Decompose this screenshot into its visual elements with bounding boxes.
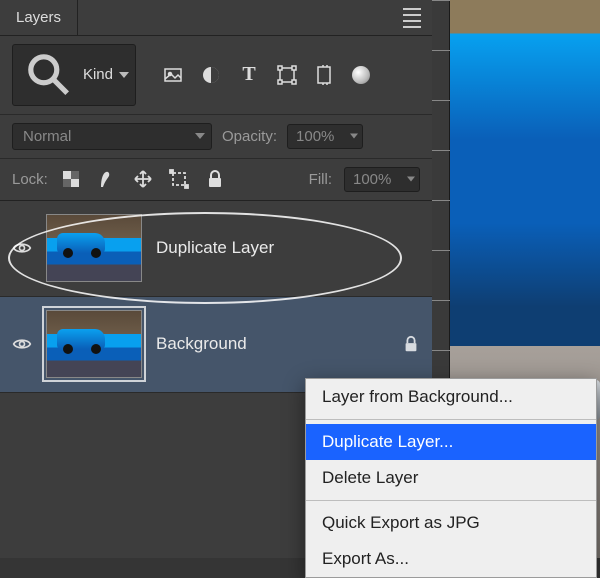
chevron-down-icon — [119, 72, 129, 78]
tab-label: Layers — [16, 9, 61, 26]
chevron-down-icon — [407, 177, 415, 182]
lock-icons — [60, 168, 226, 190]
fill-input[interactable]: 100% — [344, 167, 420, 192]
lock-label: Lock: — [12, 171, 48, 188]
lock-transparency-icon[interactable] — [60, 168, 82, 190]
filter-pixel-icon[interactable] — [162, 64, 184, 86]
layer-name[interactable]: Background — [156, 334, 247, 354]
menu-item-export-as[interactable]: Export As... — [306, 541, 596, 577]
chevron-down-icon — [350, 134, 358, 139]
visibility-eye-icon[interactable] — [12, 334, 32, 354]
opacity-label[interactable]: Opacity: — [222, 128, 277, 145]
menu-item-layer-from-background[interactable]: Layer from Background... — [306, 379, 596, 415]
menu-separator — [306, 500, 596, 501]
lock-icon — [402, 335, 420, 353]
fill-label[interactable]: Fill: — [309, 171, 332, 188]
filter-smart-icon[interactable] — [314, 64, 336, 86]
opacity-input[interactable]: 100% — [287, 124, 363, 149]
blend-row: Normal Opacity: 100% — [0, 115, 432, 159]
lock-row: Lock: Fill: 100% — [0, 159, 432, 201]
visibility-eye-icon[interactable] — [12, 238, 32, 258]
filter-row: Kind T — [0, 36, 432, 115]
opacity-value: 100% — [296, 128, 334, 145]
blend-mode-dropdown[interactable]: Normal — [12, 123, 212, 150]
layer-row[interactable]: Duplicate Layer — [0, 201, 432, 297]
filter-kind-dropdown[interactable]: Kind — [12, 44, 136, 106]
menu-item-delete-layer[interactable]: Delete Layer — [306, 460, 596, 496]
layer-thumbnail[interactable] — [46, 214, 142, 282]
fill-value: 100% — [353, 171, 391, 188]
menu-item-quick-export[interactable]: Quick Export as JPG — [306, 505, 596, 541]
filter-type-icons: T — [162, 64, 336, 86]
filter-kind-label: Kind — [83, 66, 113, 83]
filter-shape-icon[interactable] — [276, 64, 298, 86]
lock-all-icon[interactable] — [204, 168, 226, 190]
panel-tab-bar: Layers — [0, 0, 432, 36]
layer-thumbnail[interactable] — [46, 310, 142, 378]
layer-context-menu: Layer from Background... Duplicate Layer… — [305, 378, 597, 578]
menu-item-duplicate-layer[interactable]: Duplicate Layer... — [306, 424, 596, 460]
lock-pixels-icon[interactable] — [96, 168, 118, 190]
search-icon — [23, 49, 75, 101]
filter-adjust-icon[interactable] — [200, 64, 222, 86]
tab-layers[interactable]: Layers — [0, 0, 78, 35]
blend-mode-label: Normal — [23, 128, 71, 145]
filter-toggle-dot[interactable] — [352, 66, 370, 84]
chevron-down-icon — [195, 133, 205, 139]
layers-list: Duplicate Layer Background — [0, 201, 432, 393]
lock-position-icon[interactable] — [132, 168, 154, 190]
layer-name[interactable]: Duplicate Layer — [156, 238, 274, 258]
menu-separator — [306, 419, 596, 420]
panel-menu-button[interactable] — [392, 0, 432, 35]
filter-type-icon[interactable]: T — [238, 64, 260, 86]
lock-artboard-icon[interactable] — [168, 168, 190, 190]
